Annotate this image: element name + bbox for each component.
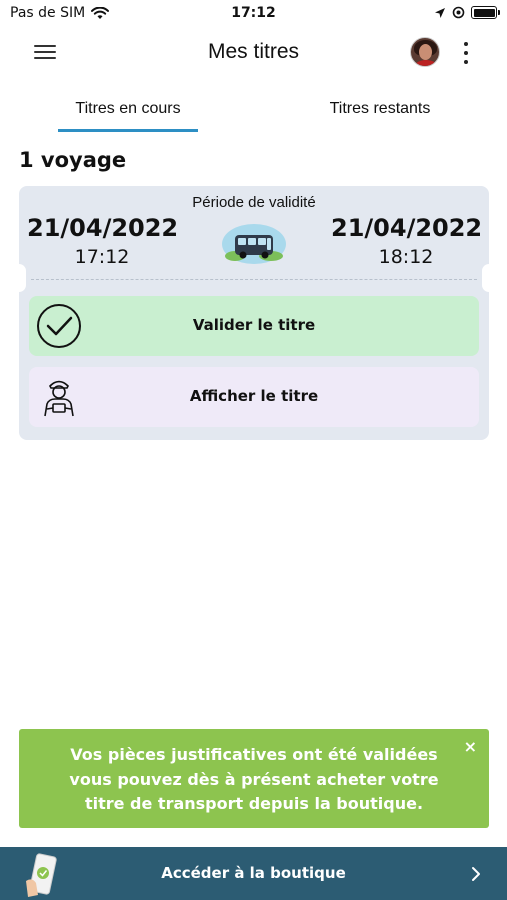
end-date: 21/04/2022 [331, 214, 483, 242]
shop-button[interactable]: Accéder à la boutique [0, 847, 507, 900]
close-icon[interactable]: × [464, 737, 477, 756]
start-date: 21/04/2022 [27, 214, 179, 242]
location-icon [435, 7, 445, 18]
end-time: 18:12 [378, 246, 434, 268]
chevron-right-icon [472, 867, 480, 881]
battery-icon [471, 6, 500, 19]
section-title: 1 voyage [19, 148, 127, 172]
notification-banner: Vos pièces justificatives ont été validé… [19, 729, 489, 828]
start-time: 17:12 [74, 246, 130, 268]
notification-message: Vos pièces justificatives ont été validé… [69, 745, 439, 813]
tab-label: Titres en cours [75, 100, 181, 117]
tab-titres-en-cours[interactable]: Titres en cours [58, 100, 198, 134]
ticket-card: Période de validité 21/04/2022 17:12 21/… [12, 186, 496, 440]
ticket-notch-right [482, 264, 496, 292]
alarm-icon [452, 6, 465, 19]
validity-label: Période de validité [192, 194, 316, 211]
tab-label: Titres restants [329, 100, 431, 117]
show-ticket-button[interactable]: Afficher le titre [29, 367, 479, 427]
app-bar: Mes titres [0, 30, 507, 76]
status-time: 17:12 [231, 5, 276, 21]
more-vertical-icon[interactable] [462, 42, 470, 64]
validate-ticket-label: Valider le titre [192, 316, 316, 334]
ticket-divider [31, 279, 477, 280]
validate-ticket-button[interactable]: Valider le titre [29, 296, 479, 356]
show-ticket-label: Afficher le titre [189, 387, 319, 405]
status-bar: Pas de SIM 17:12 [0, 0, 507, 30]
shop-label: Accéder à la boutique [161, 864, 346, 882]
status-right [434, 6, 500, 19]
bus-icon [222, 224, 286, 264]
ticket-notch-left [12, 264, 26, 292]
tab-titres-restants[interactable]: Titres restants [310, 100, 450, 134]
tab-active-indicator [58, 129, 198, 132]
avatar[interactable] [410, 37, 440, 67]
